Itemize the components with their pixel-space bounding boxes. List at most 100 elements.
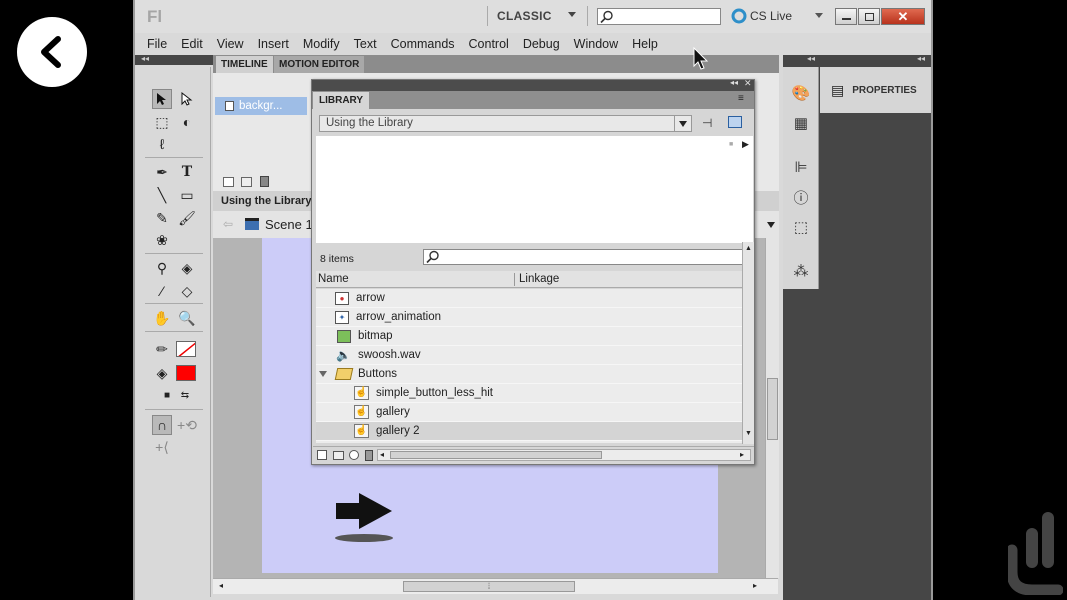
delete-icon[interactable] bbox=[365, 450, 373, 461]
scroll-right-icon[interactable]: ▸ bbox=[740, 450, 744, 459]
paint-bucket-tool[interactable]: ◈ bbox=[177, 258, 197, 278]
stage-vertical-scrollbar[interactable] bbox=[765, 238, 779, 578]
deco-tool[interactable]: ❀ bbox=[152, 230, 172, 250]
properties-panel-tab[interactable]: ▤ PROPERTIES bbox=[820, 67, 931, 113]
eraser-tool[interactable]: ◇ bbox=[177, 281, 197, 301]
straighten-button[interactable]: +⟨ bbox=[152, 437, 172, 457]
panel-menu-icon[interactable]: ≡ bbox=[738, 93, 744, 104]
new-layer-button[interactable] bbox=[223, 177, 234, 187]
list-item[interactable]: bitmap bbox=[316, 327, 750, 346]
tab-library[interactable]: LIBRARY bbox=[313, 92, 370, 109]
stage-horizontal-scrollbar[interactable]: ◂ ⦙ ▸ bbox=[213, 578, 778, 594]
align-panel-button[interactable]: ⊫ bbox=[791, 157, 811, 177]
tab-timeline[interactable]: TIMELINE bbox=[216, 56, 273, 73]
horizontal-scroll-thumb[interactable]: ⦙ bbox=[403, 581, 575, 592]
close-icon[interactable]: ✕ bbox=[744, 78, 752, 89]
components-panel-button[interactable]: ⁂ bbox=[791, 261, 811, 281]
help-search-input[interactable] bbox=[597, 8, 721, 25]
bone-tool[interactable]: ⚲ bbox=[152, 258, 172, 278]
arrow-symbol-instance[interactable] bbox=[335, 490, 395, 548]
snap-to-objects-button[interactable]: ∩ bbox=[152, 415, 172, 435]
menu-insert[interactable]: Insert bbox=[258, 33, 289, 55]
menu-control[interactable]: Control bbox=[469, 33, 509, 55]
hand-tool[interactable]: ✋ bbox=[152, 308, 172, 328]
minimize-button[interactable] bbox=[835, 8, 857, 25]
scroll-up-icon[interactable]: ▲ bbox=[745, 245, 752, 252]
cs-live-button[interactable]: CS Live bbox=[731, 8, 792, 24]
selection-tool[interactable] bbox=[152, 89, 172, 109]
tab-motion-editor[interactable]: MOTION EDITOR bbox=[274, 56, 365, 73]
delete-layer-button[interactable] bbox=[260, 176, 269, 187]
text-tool[interactable]: T bbox=[177, 162, 197, 182]
list-item-folder[interactable]: Buttons bbox=[316, 365, 750, 384]
collapse-icon[interactable]: ◂◂ bbox=[141, 54, 149, 63]
library-document-select[interactable]: Using the Library bbox=[319, 115, 692, 132]
list-item[interactable]: ☝ gallery bbox=[316, 403, 750, 422]
scroll-left-icon[interactable]: ◂ bbox=[380, 450, 384, 459]
new-folder-button[interactable] bbox=[241, 177, 252, 187]
free-transform-tool[interactable]: ⬚ bbox=[152, 112, 172, 132]
back-arrow-icon[interactable]: ⇦ bbox=[223, 217, 233, 231]
stroke-color-swatch[interactable] bbox=[176, 341, 196, 357]
chevron-down-icon[interactable] bbox=[568, 12, 576, 17]
info-panel-button[interactable]: ⓘ bbox=[791, 187, 811, 207]
collapse-icon[interactable]: ◂◂ bbox=[917, 54, 925, 63]
library-horizontal-scrollbar[interactable]: ◂ ▸ bbox=[377, 449, 751, 461]
collapse-icon[interactable]: ◂◂ bbox=[730, 78, 738, 87]
eyedropper-tool[interactable]: ⁄ bbox=[152, 281, 172, 301]
menu-help[interactable]: Help bbox=[632, 33, 658, 55]
subselection-tool[interactable] bbox=[177, 89, 197, 109]
scroll-left-icon[interactable]: ◂ bbox=[219, 581, 223, 590]
rectangle-tool[interactable]: ▭ bbox=[177, 185, 197, 205]
vertical-scroll-thumb[interactable] bbox=[767, 378, 778, 440]
scroll-right-icon[interactable]: ▸ bbox=[753, 581, 757, 590]
pin-library-icon[interactable]: ⊣ bbox=[702, 116, 712, 130]
back-button[interactable] bbox=[17, 17, 87, 87]
new-symbol-icon[interactable] bbox=[317, 450, 327, 460]
horizontal-scroll-thumb[interactable] bbox=[390, 451, 602, 459]
new-folder-icon[interactable] bbox=[333, 451, 344, 460]
menu-view[interactable]: View bbox=[217, 33, 244, 55]
menu-modify[interactable]: Modify bbox=[303, 33, 340, 55]
swatches-panel-button[interactable]: ▦ bbox=[791, 113, 811, 133]
menu-edit[interactable]: Edit bbox=[181, 33, 203, 55]
menu-commands[interactable]: Commands bbox=[391, 33, 455, 55]
lasso-tool[interactable]: ℓ bbox=[152, 134, 172, 154]
pen-tool[interactable]: ✒ bbox=[152, 162, 172, 182]
swap-colors-button[interactable]: ⇆ bbox=[175, 385, 195, 405]
column-name[interactable]: Name bbox=[318, 273, 349, 285]
properties-icon[interactable] bbox=[349, 450, 359, 460]
list-item[interactable]: ✦ arrow_animation bbox=[316, 308, 750, 327]
zoom-tool[interactable]: 🔍 bbox=[177, 308, 197, 328]
column-linkage[interactable]: Linkage bbox=[519, 273, 559, 285]
library-vertical-scrollbar[interactable]: ▲ ▼ bbox=[742, 242, 754, 444]
chevron-down-icon[interactable] bbox=[815, 13, 823, 18]
list-item[interactable]: ● arrow bbox=[316, 289, 750, 308]
transform-panel-button[interactable]: ⬚ bbox=[791, 217, 811, 237]
play-icon[interactable]: ▶ bbox=[742, 139, 749, 150]
line-tool[interactable]: ╲ bbox=[152, 185, 172, 205]
close-button[interactable]: ✕ bbox=[881, 8, 925, 25]
black-white-button[interactable]: ■ bbox=[157, 385, 177, 405]
collapse-icon[interactable]: ◂◂ bbox=[807, 54, 815, 63]
3d-rotation-tool[interactable]: ◐ bbox=[177, 112, 197, 132]
list-item-selected[interactable]: ☝ gallery 2 bbox=[316, 422, 750, 441]
list-item[interactable]: ☝ simple_button_less_hit bbox=[316, 384, 750, 403]
scene-label[interactable]: Scene 1 bbox=[265, 217, 313, 232]
restore-button[interactable] bbox=[858, 8, 880, 25]
column-divider[interactable] bbox=[514, 273, 515, 286]
fill-color-swatch[interactable] bbox=[176, 365, 196, 381]
brush-tool[interactable]: 🖌 bbox=[177, 208, 197, 228]
menu-debug[interactable]: Debug bbox=[523, 33, 560, 55]
smooth-button[interactable]: +⟲ bbox=[177, 415, 197, 435]
expand-triangle-icon[interactable] bbox=[319, 371, 327, 377]
zoom-dropdown-arrow[interactable] bbox=[767, 222, 775, 228]
workspace-switcher[interactable]: CLASSIC bbox=[497, 9, 552, 23]
library-search-input[interactable] bbox=[423, 249, 750, 265]
new-library-panel-icon[interactable] bbox=[728, 116, 742, 128]
menu-window[interactable]: Window bbox=[574, 33, 618, 55]
stop-icon[interactable]: ■ bbox=[729, 141, 733, 148]
list-item[interactable]: 🔈 swoosh.wav bbox=[316, 346, 750, 365]
pencil-tool[interactable]: ✎ bbox=[152, 208, 172, 228]
menu-file[interactable]: File bbox=[147, 33, 167, 55]
